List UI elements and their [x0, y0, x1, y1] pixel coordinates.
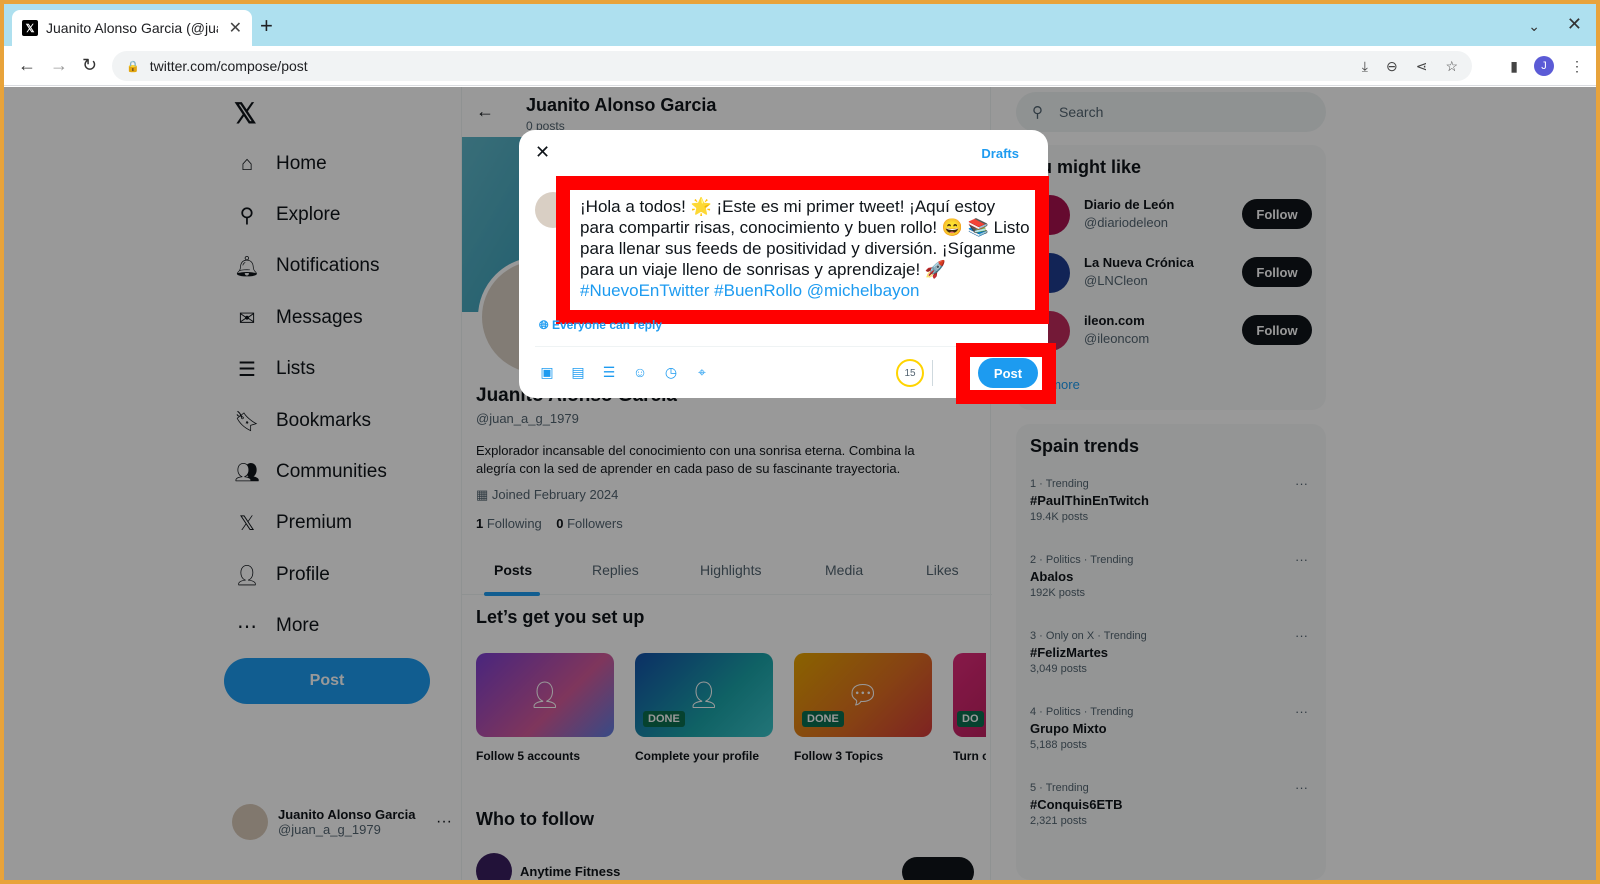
- compose-toolbar: ▣ ▤ ☰ ☺ ◷ ⌖: [539, 364, 710, 381]
- new-tab-icon[interactable]: +: [260, 15, 273, 37]
- location-icon[interactable]: ⌖: [694, 364, 710, 380]
- forward-icon[interactable]: →: [50, 56, 68, 74]
- globe-icon: 🌐︎: [539, 318, 549, 332]
- tweet-textarea[interactable]: ¡Hola a todos! 🌟 ¡Este es mi primer twee…: [580, 196, 1030, 301]
- tab-title: Juanito Alonso Garcia (@juan_a_g_1979) /…: [46, 20, 218, 36]
- window-close-icon[interactable]: ✕: [1567, 14, 1582, 35]
- post-button-highlight: Post: [956, 343, 1056, 404]
- star-icon[interactable]: ☆: [1445, 58, 1458, 75]
- tab-search-icon[interactable]: ⌄: [1528, 18, 1540, 35]
- reload-icon[interactable]: ↻: [82, 56, 97, 74]
- reply-setting[interactable]: 🌐︎ Everyone can reply: [539, 318, 662, 333]
- close-icon[interactable]: ✕: [535, 142, 550, 163]
- image-icon[interactable]: ▣: [539, 364, 555, 380]
- character-counter: 15: [896, 359, 924, 387]
- browser-tab[interactable]: 𝕏 Juanito Alonso Garcia (@juan_a_g_1979)…: [12, 10, 252, 46]
- emoji-icon[interactable]: ☺: [632, 364, 648, 380]
- reply-setting-label: Everyone can reply: [551, 318, 663, 332]
- menu-kebab-icon[interactable]: ⋮: [1570, 58, 1584, 75]
- tweet-textarea-highlight: ¡Hola a todos! 🌟 ¡Este es mi primer twee…: [556, 176, 1049, 324]
- share-icon[interactable]: ⋖: [1416, 58, 1428, 75]
- url-text: twitter.com/compose/post: [149, 58, 308, 74]
- profile-avatar-icon[interactable]: J: [1534, 56, 1554, 76]
- browser-window: 𝕏 Juanito Alonso Garcia (@juan_a_g_1979)…: [4, 4, 1596, 880]
- post-button[interactable]: Post: [978, 358, 1038, 388]
- schedule-icon[interactable]: ◷: [663, 364, 679, 380]
- lock-icon: 🔒: [126, 60, 140, 73]
- tweet-hashtags: #NuevoEnTwitter #BuenRollo @michelbayon: [580, 281, 920, 300]
- zoom-icon[interactable]: ⊖: [1386, 58, 1398, 75]
- x-favicon-icon: 𝕏: [22, 20, 38, 36]
- divider: [932, 360, 933, 386]
- address-bar: ← → ↻ 🔒 twitter.com/compose/post ⤓ ⊖ ⋖ ☆…: [4, 46, 1596, 86]
- back-icon[interactable]: ←: [18, 56, 36, 74]
- tweet-text: ¡Hola a todos! 🌟 ¡Este es mi primer twee…: [580, 197, 1030, 279]
- drafts-button[interactable]: Drafts: [981, 146, 1019, 161]
- tab-close-icon[interactable]: ✕: [229, 18, 242, 38]
- tab-bar: 𝕏 Juanito Alonso Garcia (@juan_a_g_1979)…: [4, 4, 1596, 46]
- poll-icon[interactable]: ☰: [601, 364, 617, 380]
- compose-modal: ✕ Drafts ¡Hola a todos! 🌟 ¡Este es mi pr…: [519, 130, 1056, 404]
- url-field[interactable]: 🔒 twitter.com/compose/post ⤓ ⊖ ⋖ ☆: [112, 51, 1472, 81]
- sidepanel-icon[interactable]: ▮: [1510, 58, 1518, 75]
- gif-icon[interactable]: ▤: [570, 364, 586, 380]
- install-icon[interactable]: ⤓: [1362, 58, 1368, 75]
